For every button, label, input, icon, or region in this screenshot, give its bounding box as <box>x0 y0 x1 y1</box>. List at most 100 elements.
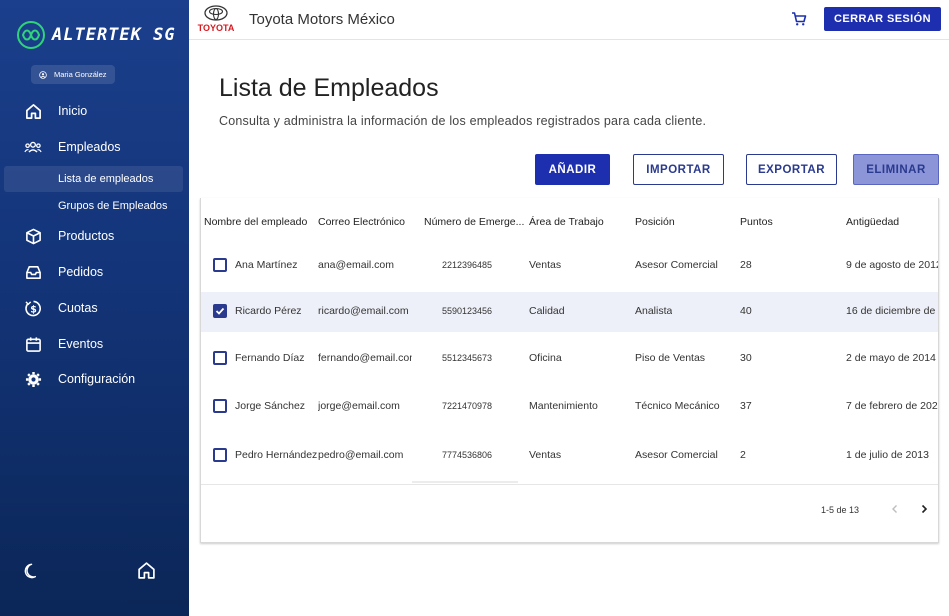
toyota-logo: TOYOTA <box>198 5 235 33</box>
column-header-email[interactable]: Correo Electrónico <box>318 216 405 228</box>
user-name: Maria González <box>54 70 107 79</box>
sidebar: ALTERTEK SG Maria González Inicio Emplea… <box>0 0 189 616</box>
cell-name: Pedro Hernández <box>235 449 318 461</box>
nav-item-cuotas[interactable]: $ Cuotas <box>0 296 189 320</box>
table-row[interactable]: Ricardo Pérez ricardo@email.com 55901234… <box>201 292 938 332</box>
home-outline-icon[interactable] <box>137 561 156 580</box>
cell-area: Oficina <box>529 352 562 364</box>
cell-position: Asesor Comercial <box>635 449 718 461</box>
cell-phone: 7774536806 <box>442 450 493 460</box>
horizontal-scrollbar[interactable] <box>412 481 518 483</box>
table-row[interactable]: Ana Martínez ana@email.com 2212396485 Ve… <box>201 246 939 286</box>
cell-name: Ricardo Pérez <box>235 305 302 317</box>
table-row[interactable]: Pedro Hernández pedro@email.com 77745368… <box>201 436 938 476</box>
export-button[interactable]: EXPORTAR <box>746 154 837 185</box>
next-page-icon[interactable] <box>916 501 932 517</box>
cell-email: pedro@email.com <box>318 449 404 461</box>
company-name: Toyota Motors México <box>249 11 395 28</box>
gear-icon <box>24 370 42 388</box>
cell-position: Piso de Ventas <box>635 352 706 364</box>
cell-phone: 5512345673 <box>442 353 493 363</box>
employees-table: Nombre del empleado Correo Electrónico N… <box>200 198 939 543</box>
cell-seniority: 1 de julio de 2013 <box>846 449 929 461</box>
delete-button[interactable]: ELIMINAR <box>853 154 939 185</box>
table-row[interactable]: Jorge Sánchez jorge@email.com 7221470978… <box>201 387 938 427</box>
pagination-range: 1-5 de 13 <box>821 505 860 515</box>
cell-points: 40 <box>740 305 752 317</box>
nav-label: Inicio <box>58 104 88 118</box>
add-button[interactable]: AÑADIR <box>535 154 610 185</box>
import-button[interactable]: IMPORTAR <box>633 154 724 185</box>
row-checkbox[interactable] <box>213 448 227 462</box>
table-footer-divider <box>201 484 938 485</box>
nav-label: Empleados <box>58 140 121 154</box>
nav-label: Pedidos <box>58 265 104 279</box>
box-icon <box>24 227 42 245</box>
cell-position: Técnico Mecánico <box>635 400 720 412</box>
nav-item-empleados[interactable]: Empleados <box>0 135 189 159</box>
cell-phone: 7221470978 <box>442 401 493 411</box>
user-icon <box>39 70 47 79</box>
row-checkbox[interactable] <box>213 351 227 365</box>
sidebar-footer <box>0 560 189 582</box>
column-header-position[interactable]: Posición <box>635 216 675 228</box>
nav-item-productos[interactable]: Productos <box>0 224 189 248</box>
cell-area: Calidad <box>529 305 565 317</box>
row-checkbox[interactable] <box>213 258 227 272</box>
table-row[interactable]: Fernando Díaz fernando@email.com 5512345… <box>201 339 938 379</box>
prev-page-icon[interactable] <box>887 501 903 517</box>
cell-email: ricardo@email.com <box>318 305 409 317</box>
brand-logo-icon <box>17 21 45 49</box>
subnav-grupos-empleados[interactable]: Grupos de Empleados <box>4 193 183 219</box>
calendar-icon <box>24 335 42 353</box>
cell-email: fernando@email.com <box>318 352 412 364</box>
svg-text:$: $ <box>30 304 37 315</box>
table-header: Nombre del empleado Correo Electrónico N… <box>201 198 938 244</box>
cell-seniority: 2 de mayo de 2014 <box>846 352 936 364</box>
cell-points: 30 <box>740 352 752 364</box>
cell-position: Asesor Comercial <box>635 259 718 271</box>
cell-seniority: 16 de diciembre de <box>846 305 936 317</box>
column-header-emergency[interactable]: Número de Emerge... <box>424 216 524 228</box>
column-header-area[interactable]: Área de Trabajo <box>529 216 604 228</box>
cell-area: Ventas <box>529 449 562 461</box>
nav-label: Configuración <box>58 372 136 386</box>
nav-item-configuracion[interactable]: Configuración <box>0 367 189 391</box>
column-header-name[interactable]: Nombre del empleado <box>204 216 307 228</box>
column-header-points[interactable]: Puntos <box>740 216 773 228</box>
home-icon <box>24 102 42 120</box>
page-title: Lista de Empleados <box>219 74 439 102</box>
inbox-icon <box>24 263 42 281</box>
cell-email: jorge@email.com <box>318 400 400 412</box>
cell-name: Ana Martínez <box>235 259 298 271</box>
subnav-lista-empleados[interactable]: Lista de empleados <box>4 166 183 192</box>
nav-label: Cuotas <box>58 301 98 315</box>
row-checkbox[interactable] <box>213 399 227 413</box>
cell-points: 28 <box>740 259 752 271</box>
user-chip[interactable]: Maria González <box>31 65 115 84</box>
brand: ALTERTEK SG <box>16 20 176 50</box>
cell-phone: 5590123456 <box>442 306 493 316</box>
cell-position: Analista <box>635 305 673 317</box>
cell-area: Mantenimiento <box>529 400 598 412</box>
nav-item-inicio[interactable]: Inicio <box>0 99 189 123</box>
toyota-wordmark: TOYOTA <box>198 23 235 33</box>
row-checkbox[interactable] <box>213 304 227 318</box>
cell-points: 37 <box>740 400 752 412</box>
check-icon <box>215 307 225 315</box>
moon-icon[interactable] <box>24 562 41 579</box>
logout-button[interactable]: CERRAR SESIÓN <box>824 7 941 31</box>
column-header-seniority[interactable]: Antigüedad <box>846 216 899 228</box>
topbar: TOYOTA Toyota Motors México CERRAR SESIÓ… <box>189 0 949 40</box>
people-icon <box>24 138 42 156</box>
app-root: ALTERTEK SG Maria González Inicio Emplea… <box>0 0 949 616</box>
cell-seniority: 9 de agosto de 2012 <box>846 259 939 271</box>
page-description: Consulta y administra la información de … <box>219 114 707 128</box>
cell-phone: 2212396485 <box>442 260 493 270</box>
nav-label: Productos <box>58 229 115 243</box>
cart-icon[interactable] <box>791 11 807 27</box>
nav-item-pedidos[interactable]: Pedidos <box>0 260 189 284</box>
cell-name: Fernando Díaz <box>235 352 305 364</box>
dollar-icon: $ <box>24 299 42 317</box>
nav-item-eventos[interactable]: Eventos <box>0 332 189 356</box>
